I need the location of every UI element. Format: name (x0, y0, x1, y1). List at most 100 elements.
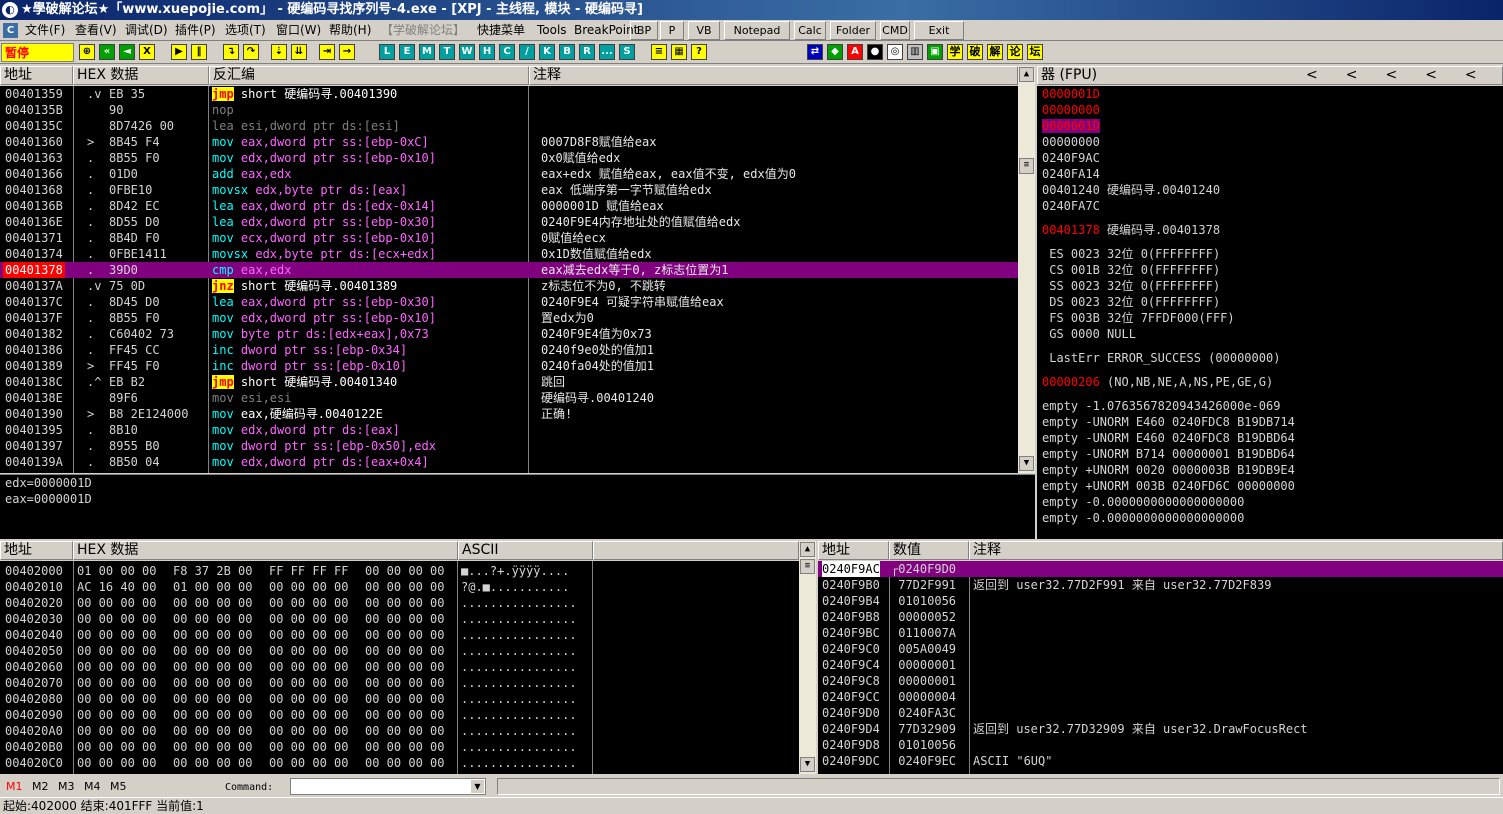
menu-view[interactable]: 查看(V) (72, 22, 120, 39)
forum-xue-button[interactable]: 学 (947, 44, 963, 60)
source-window-icon[interactable]: S (619, 44, 635, 60)
stack-row[interactable]: 0240F9D8 01010056 (818, 737, 1503, 753)
registers-pane[interactable]: 0000001D 00000000 0000001D 00000000 0240F9AC… (1037, 86, 1503, 539)
stack-row[interactable]: 0240F9BC 0110007A (818, 625, 1503, 641)
register-line[interactable]: 00000206 (NO,NB,NE,A,NS,PE,GE,G) (1042, 374, 1503, 390)
forum-tan-button[interactable]: 坛 (1027, 44, 1043, 60)
register-line[interactable]: DS 0023 32位 0(FFFFFFFF) (1042, 294, 1503, 310)
folder-button[interactable]: Folder (830, 21, 876, 40)
mem-tab-m2[interactable]: M2 (32, 780, 49, 793)
command-input[interactable]: ▼ (290, 778, 486, 795)
register-line[interactable]: 00000000 (1042, 102, 1503, 118)
restart-icon[interactable]: « (99, 44, 115, 60)
cmd-button[interactable]: CMD (880, 21, 910, 40)
register-line[interactable]: 00000000 (1042, 134, 1503, 150)
trace-into-icon[interactable]: ⇣ (271, 44, 287, 60)
log-window-icon[interactable]: L (379, 44, 395, 60)
stack-row[interactable]: 0240F9D4 77D32909 返回到 user32.77D32909 来自 … (818, 721, 1503, 737)
forum-po-button[interactable]: 破 (967, 44, 983, 60)
dump-scroll-down-icon[interactable]: ▼ (800, 757, 815, 772)
trace-over-icon[interactable]: ⇊ (291, 44, 307, 60)
menu-file[interactable]: 文件(F) (22, 22, 68, 39)
terminal-icon[interactable]: ▣ (927, 44, 943, 60)
disasm-row[interactable]: 00401359 .v EB 35 jmp short 硬编码寻.00401390 (0, 86, 1018, 102)
disasm-row[interactable]: 0040137F. 8B55 F0 mov edx,dword ptr ss:[eb… (0, 310, 1018, 326)
dump-header-address[interactable]: 地址 (0, 541, 73, 560)
disasm-row[interactable]: 0040137C. 8D45 D0 lea eax,dword ptr ss:[eb… (0, 294, 1018, 310)
modules-window-icon[interactable]: E (399, 44, 415, 60)
dump-row[interactable]: 00402030 00 00 00 00 00 00 00 00 00 00 00 0… (0, 611, 799, 627)
dump-row[interactable]: 004020A0 00 00 00 00 00 00 00 00 00 00 00 0… (0, 723, 799, 739)
cpu-window-button-icon[interactable]: C (499, 44, 515, 60)
disasm-row[interactable]: 00401395. 8B10 mov edx,dword ptr ds:[eax] (0, 422, 1018, 438)
register-line[interactable]: FS 003B 32位 7FFDF000(FFF) (1042, 310, 1503, 326)
stack-row[interactable]: 0240F9CC 00000004 (818, 689, 1503, 705)
disasm-row[interactable]: 0040136E. 8D55 D0 lea edx,dword ptr ss:[eb… (0, 214, 1018, 230)
register-line[interactable]: 0240F9AC (1042, 150, 1503, 166)
stack-row[interactable]: 0240F9B8 00000052 (818, 609, 1503, 625)
register-line[interactable]: CS 001B 32位 0(FFFFFFFF) (1042, 262, 1503, 278)
dump-row[interactable]: 00402020 00 00 00 00 00 00 00 00 00 00 00 0… (0, 595, 799, 611)
menu-tools[interactable]: Tools (534, 22, 570, 39)
stack-row[interactable]: 0240F9AC ┌0240F9D0 (818, 561, 1503, 577)
disasm-row[interactable]: 00401368. 0FBE10 movsx edx,byte ptr ds:[ea… (0, 182, 1018, 198)
stack-row[interactable]: 0240F9B4 01010056 (818, 593, 1503, 609)
options-list-icon[interactable]: ≡ (651, 44, 667, 60)
register-line[interactable]: 0000001D (1042, 86, 1503, 102)
vb-button[interactable]: VB (688, 21, 720, 40)
disasm-row[interactable]: 00401382. C60402 73 mov byte ptr ds:[edx+e… (0, 326, 1018, 342)
target-icon[interactable]: ◎ (887, 44, 903, 60)
dump-row[interactable]: 00402060 00 00 00 00 00 00 00 00 00 00 00 0… (0, 659, 799, 675)
stack-row[interactable]: 0240F9C0 005A0049 (818, 641, 1503, 657)
disasm-row[interactable]: 00401366. 01D0 add eax,edx eax+edx 赋值给eax, … (0, 166, 1018, 182)
threads-window-icon[interactable]: T (439, 44, 455, 60)
plugin-a-icon[interactable]: A (847, 44, 863, 60)
register-line[interactable]: empty -UNORM E460 0240FDC8 B19DBD64 (1042, 430, 1503, 446)
register-line[interactable]: 0240FA14 (1042, 166, 1503, 182)
disasm-scrollbar[interactable]: ▲ ≡ ▼ (1018, 66, 1035, 473)
disasm-row[interactable]: 0040138E 89F6 mov esi,esi 硬编码寻.00401240 (0, 390, 1018, 406)
stack-row[interactable]: 0240F9D0 0240FA3C (818, 705, 1503, 721)
appearance-icon[interactable]: ▦ (671, 44, 687, 60)
col-header-disasm[interactable]: 反汇编 (209, 66, 529, 85)
dump-row[interactable]: 00402040 00 00 00 00 00 00 00 00 00 00 00 0… (0, 627, 799, 643)
disasm-row[interactable]: 00401390 > B8 2E124000 mov eax,硬编码寻.0040122… (0, 406, 1018, 422)
col-header-address[interactable]: 地址 (0, 66, 73, 85)
dump-scroll-thumb[interactable]: ≡ (800, 559, 815, 574)
breakpoints-window-icon[interactable]: B (559, 44, 575, 60)
stack-header-address[interactable]: 地址 (818, 541, 889, 560)
menu-help[interactable]: 帮助(H) (326, 22, 374, 39)
register-line[interactable]: empty -1.0763567820943426000e-069 (1042, 398, 1503, 414)
disassembly-pane[interactable]: 00401359 .v EB 35 jmp short 硬编码寻.00401390 00… (0, 86, 1018, 473)
call-stack-icon[interactable]: K (539, 44, 555, 60)
mem-tab-m1[interactable]: M1 (6, 780, 23, 793)
col-header-comment[interactable]: 注释 (529, 66, 1018, 85)
register-line[interactable]: empty +UNORM 003B 0240FD6C 00000000 (1042, 478, 1503, 494)
dump-row[interactable]: 004020C0 00 00 00 00 00 00 00 00 00 00 00 0… (0, 755, 799, 771)
calc-button[interactable]: Calc (794, 21, 826, 40)
register-line[interactable]: 0240FA7C (1042, 198, 1503, 214)
disasm-row[interactable]: 0040138C .^ EB B2 jmp short 硬编码寻.00401340 跳回 (0, 374, 1018, 390)
register-line[interactable]: 00401378 硬编码寻.00401378 (1042, 222, 1503, 238)
refresh-icon[interactable]: ⇄ (807, 44, 823, 60)
dump-row[interactable]: 00402000 01 00 00 00 F8 37 2B 00 FF FF FF F… (0, 563, 799, 579)
dump-header-hex[interactable]: HEX 数据 (73, 541, 458, 560)
dump-scroll-up-icon[interactable]: ▲ (800, 542, 815, 557)
disasm-row[interactable]: 0040136B. 8D42 EC lea eax,dword ptr ds:[ed… (0, 198, 1018, 214)
goto-icon[interactable]: → (339, 44, 355, 60)
register-nav-arrows[interactable]: <<<<< (1306, 67, 1502, 84)
disasm-row[interactable]: 00401386. FF45 CC inc dword ptr ss:[ebp-0x… (0, 342, 1018, 358)
patches-window-icon[interactable]: / (519, 44, 535, 60)
open-icon[interactable]: ⊕ (79, 44, 95, 60)
dump-row[interactable]: 00402080 00 00 00 00 00 00 00 00 00 00 00 0… (0, 691, 799, 707)
menu-options[interactable]: 选项(T) (222, 22, 269, 39)
disasm-row[interactable]: 00401360 >8B45 F4 mov eax,dword ptr ss:[eb… (0, 134, 1018, 150)
scroll-down-icon[interactable]: ▼ (1019, 456, 1034, 471)
dump-row[interactable]: 00402090 00 00 00 00 00 00 00 00 00 00 00 0… (0, 707, 799, 723)
disasm-row[interactable]: 0040135C 8D7426 00 lea esi,dword ptr ds:[e… (0, 118, 1018, 134)
stack-row[interactable]: 0240F9C8 00000001 (818, 673, 1503, 689)
mem-tab-m4[interactable]: M4 (84, 780, 101, 793)
stack-row[interactable]: 0240F9C4 00000001 (818, 657, 1503, 673)
help-icon[interactable]: ? (691, 44, 707, 60)
register-line[interactable]: LastErr ERROR_SUCCESS (00000000) (1042, 350, 1503, 366)
